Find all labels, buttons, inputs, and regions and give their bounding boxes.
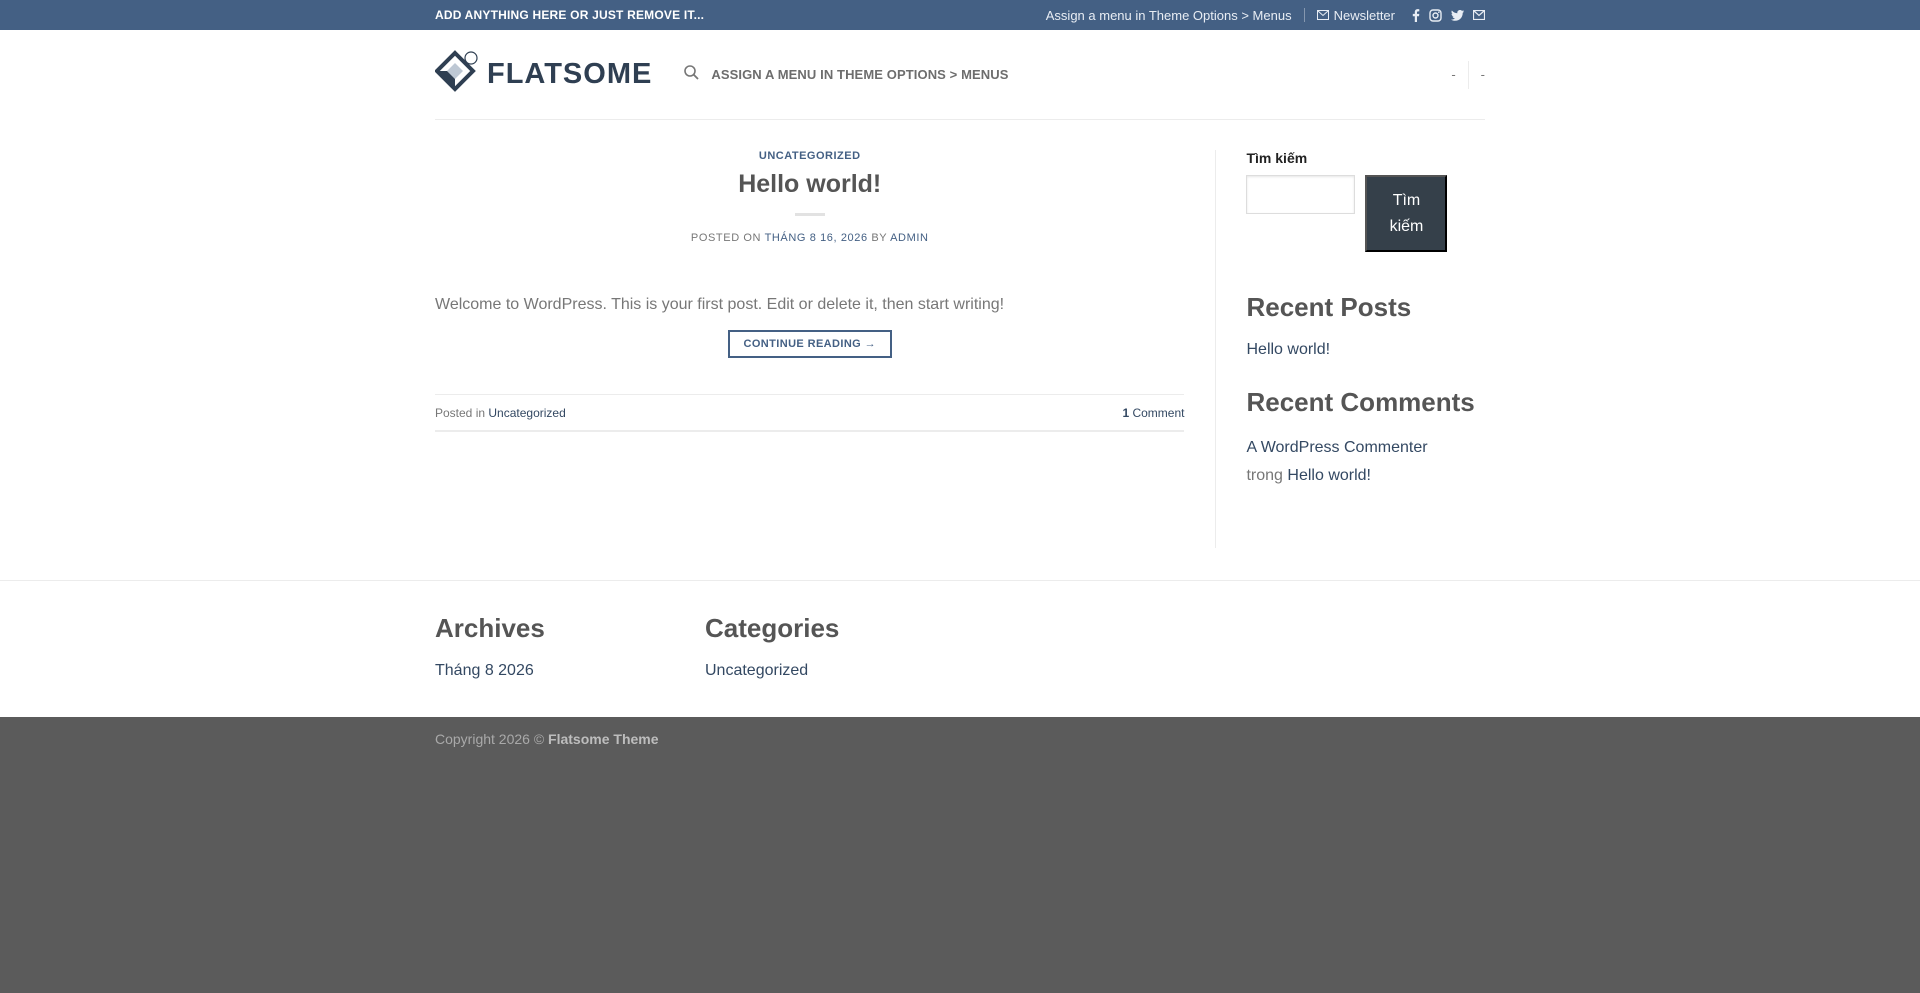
categories-title: Categories bbox=[705, 613, 840, 643]
sidebar: Tìm kiếm Tìm kiếm Recent Posts Hello worl… bbox=[1215, 150, 1485, 548]
recent-comment-item: A WordPress Commenter trong Hello world! bbox=[1246, 434, 1485, 490]
meta-prefix: POSTED ON bbox=[690, 232, 762, 244]
twitter-icon[interactable] bbox=[1451, 9, 1464, 21]
copyright-text: Copyright 2026 © bbox=[435, 731, 545, 747]
header-cart-link[interactable]: - bbox=[1481, 67, 1485, 82]
search-icon[interactable] bbox=[684, 64, 699, 85]
posted-in-label: Posted in bbox=[435, 405, 486, 420]
post-excerpt: Welcome to WordPress. This is your first… bbox=[435, 296, 1005, 313]
search-button-line1: Tìm bbox=[1392, 191, 1421, 209]
comment-post-link[interactable]: Hello world! bbox=[1287, 467, 1371, 484]
comments-count: 1 bbox=[1122, 405, 1130, 420]
post-date-link[interactable]: THÁNG 8 16, 2026 bbox=[765, 232, 868, 244]
title-divider bbox=[794, 213, 825, 216]
header-divider bbox=[1467, 60, 1469, 89]
recent-post-link[interactable]: Hello world! bbox=[1246, 341, 1485, 359]
search-input[interactable] bbox=[1246, 175, 1356, 214]
envelope-icon bbox=[1316, 8, 1329, 23]
post-meta: POSTED ON THÁNG 8 16, 2026 BY ADMIN bbox=[435, 232, 1184, 244]
top-bar: ADD ANYTHING HERE OR JUST REMOVE IT... A… bbox=[0, 0, 1920, 30]
recent-comments-title: Recent Comments bbox=[1246, 387, 1475, 417]
email-icon[interactable] bbox=[1473, 10, 1485, 20]
topbar-announcement: ADD ANYTHING HERE OR JUST REMOVE IT... bbox=[435, 8, 705, 22]
flatsome-logo-icon bbox=[434, 50, 479, 99]
search-button-line2: kiếm bbox=[1389, 217, 1424, 235]
comment-author-link[interactable]: A WordPress Commenter bbox=[1246, 439, 1427, 456]
topbar-menu-hint[interactable]: Assign a menu in Theme Options > Menus bbox=[1046, 8, 1292, 23]
search-button[interactable]: Tìm kiếm bbox=[1365, 175, 1448, 252]
logo-text: FLATSOME bbox=[487, 58, 653, 90]
footer-category-link[interactable]: Uncategorized bbox=[488, 406, 565, 420]
comments-link[interactable]: 1 Comment bbox=[1122, 406, 1184, 420]
main-content: UNCATEGORIZED Hello world! POSTED ON THÁ… bbox=[0, 121, 1920, 580]
newsletter-label: Newsletter bbox=[1333, 7, 1395, 23]
recent-posts-title: Recent Posts bbox=[1246, 292, 1412, 322]
absolute-footer: Copyright 2026 © Flatsome Theme bbox=[0, 717, 1920, 993]
post-category-link[interactable]: UNCATEGORIZED bbox=[435, 150, 1184, 162]
main-menu-hint[interactable]: ASSIGN A MENU IN THEME OPTIONS > MENUS bbox=[711, 67, 1008, 82]
topbar-divider bbox=[1303, 8, 1305, 22]
footer-widgets: Archives Tháng 8 2026 Categories Uncateg… bbox=[0, 580, 1920, 717]
comments-label: Comment bbox=[1132, 405, 1185, 420]
post-title[interactable]: Hello world! bbox=[435, 170, 1184, 199]
post-article: UNCATEGORIZED Hello world! POSTED ON THÁ… bbox=[435, 150, 1185, 548]
post-footer: Posted in Uncategorized 1 Comment bbox=[435, 394, 1185, 432]
site-header: FLATSOME ASSIGN A MENU IN THEME OPTIONS … bbox=[0, 30, 1920, 121]
comment-connector: trong bbox=[1246, 467, 1283, 484]
header-account-link[interactable]: - bbox=[1451, 67, 1455, 82]
post-author-link[interactable]: ADMIN bbox=[890, 232, 928, 244]
site-logo[interactable]: FLATSOME bbox=[434, 50, 653, 99]
category-link[interactable]: Uncategorized bbox=[705, 662, 975, 680]
search-label: Tìm kiếm bbox=[1246, 150, 1308, 166]
archive-link[interactable]: Tháng 8 2026 bbox=[435, 662, 705, 680]
instagram-icon[interactable] bbox=[1429, 8, 1442, 22]
newsletter-link[interactable]: Newsletter bbox=[1316, 7, 1395, 23]
social-icons bbox=[1412, 8, 1485, 22]
copyright-brand: Flatsome Theme bbox=[548, 731, 659, 747]
facebook-icon[interactable] bbox=[1412, 8, 1420, 22]
continue-reading-button[interactable]: CONTINUE READING → bbox=[727, 330, 892, 358]
archives-title: Archives bbox=[435, 613, 545, 643]
meta-by: BY bbox=[871, 232, 888, 244]
